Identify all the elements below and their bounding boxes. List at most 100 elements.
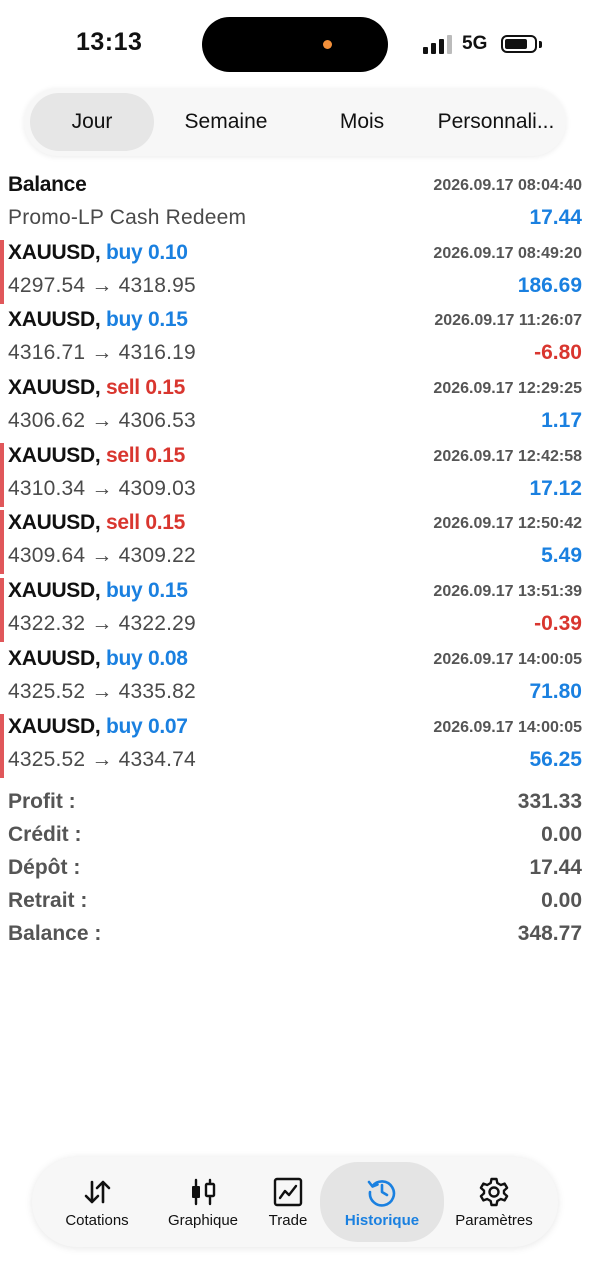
deal-volume: 0.15: [147, 579, 188, 603]
deal-time: 2026.09.17 13:51:39: [433, 583, 582, 601]
deal-detail: 4316.71 → 4316.19: [8, 341, 196, 365]
tab-jour[interactable]: Jour: [30, 93, 154, 151]
summary-row: Balance : 348.77: [0, 919, 590, 952]
arrow-right-icon: →: [85, 273, 119, 297]
summary-row: Dépôt : 17.44: [0, 853, 590, 886]
deal-detail: 4322.32 → 4322.29: [8, 612, 196, 636]
quotes-arrows-icon: [84, 1180, 111, 1203]
deal-time: 2026.09.17 08:04:40: [433, 177, 582, 194]
deal-detail: 4325.52 → 4334.74: [8, 748, 196, 772]
deal-title: Balance: [8, 173, 87, 196]
deal-detail: 4310.34 → 4309.03: [8, 477, 196, 501]
summary-value: 0.00: [541, 823, 582, 846]
deal-profit: 17.12: [529, 476, 582, 500]
open-price: 4316.71: [8, 341, 86, 365]
deal-title: XAUUSD, sell 0.15: [8, 511, 185, 535]
deal-symbol: XAUUSD,: [8, 443, 101, 467]
deal-title: XAUUSD, buy 0.15: [8, 308, 188, 332]
arrow-right-icon: →: [85, 409, 119, 433]
deal-profit: -0.39: [534, 612, 582, 636]
close-price: 4316.19: [118, 341, 196, 365]
deal-volume: 0.10: [147, 240, 188, 264]
summary-row: Retrait : 0.00: [0, 886, 590, 919]
summary-label: Crédit :: [8, 823, 82, 846]
dynamic-island: [202, 17, 388, 72]
period-tabs: Jour Semaine Mois Personnali...: [24, 88, 566, 156]
deal-symbol: XAUUSD,: [8, 511, 101, 535]
arrow-right-icon: →: [85, 544, 119, 568]
nav-label-parametres: Paramètres: [455, 1211, 533, 1229]
deal-row[interactable]: XAUUSD, buy 0.10 2026.09.17 08:49:20 4297.…: [0, 236, 590, 304]
deal-symbol: XAUUSD,: [8, 376, 101, 400]
trade-chart-icon: [273, 1177, 303, 1206]
deal-time: 2026.09.17 12:42:58: [433, 447, 582, 465]
open-price: 4322.32: [8, 612, 86, 636]
summary-section: Profit : 331.33 Crédit : 0.00 Dépôt : 17.44 Re…: [0, 787, 590, 952]
close-price: 4309.22: [118, 544, 196, 568]
close-price: 4322.29: [118, 612, 196, 636]
summary-label: Dépôt :: [8, 856, 81, 879]
deal-title: XAUUSD, buy 0.07: [8, 715, 188, 739]
summary-value: 0.00: [541, 889, 582, 912]
nav-label-cotations: Cotations: [65, 1211, 129, 1229]
battery-tip: [539, 41, 542, 48]
deal-time: 2026.09.17 12:50:42: [433, 515, 582, 533]
deal-side: buy: [105, 308, 143, 332]
deal-row[interactable]: XAUUSD, sell 0.15 2026.09.17 12:50:42 4309…: [0, 506, 590, 575]
deal-row[interactable]: XAUUSD, sell 0.15 2026.09.17 12:42:58 4310…: [0, 439, 590, 507]
summary-value: 348.77: [517, 922, 582, 945]
deal-time: 2026.09.17 11:26:07: [434, 312, 582, 330]
deal-detail: Promo-LP Cash Redeem: [8, 206, 247, 229]
open-price: 4306.62: [8, 409, 86, 433]
deal-volume: 0.07: [147, 714, 188, 738]
close-price: 4335.82: [118, 679, 196, 703]
close-price: 4334.74: [118, 747, 196, 771]
deal-profit: 17.44: [529, 206, 582, 229]
tab-personnalise[interactable]: Personnali...: [430, 93, 562, 151]
deal-profit: 186.69: [517, 273, 582, 297]
deal-side: buy: [105, 240, 143, 264]
deal-row[interactable]: XAUUSD, buy 0.15 2026.09.17 13:51:39 4322.…: [0, 574, 590, 642]
deal-volume: 0.15: [147, 308, 188, 332]
nav-historique[interactable]: Historique: [320, 1162, 444, 1242]
tab-semaine[interactable]: Semaine: [164, 93, 288, 151]
deal-volume: 0.08: [147, 646, 188, 670]
deal-time: 2026.09.17 08:49:20: [433, 244, 582, 262]
deal-side: buy: [105, 579, 143, 603]
deal-row[interactable]: Balance 2026.09.17 08:04:40 Promo-LP Cash …: [0, 168, 590, 236]
history-clock-icon: [367, 1179, 396, 1207]
close-price: 4309.03: [118, 476, 196, 500]
nav-cotations[interactable]: Cotations: [42, 1162, 152, 1242]
deal-row[interactable]: XAUUSD, buy 0.07 2026.09.17 14:00:05 4325.…: [0, 710, 590, 778]
deal-symbol: XAUUSD,: [8, 714, 101, 738]
open-price: 4310.34: [8, 476, 86, 500]
summary-label: Profit :: [8, 790, 76, 813]
status-bar: 13:13 5G: [0, 0, 590, 88]
battery-icon: [501, 35, 537, 53]
deal-time: 2026.09.17 14:00:05: [433, 718, 582, 736]
summary-row: Profit : 331.33: [0, 787, 590, 820]
deal-time: 2026.09.17 12:29:25: [433, 380, 582, 398]
tab-mois[interactable]: Mois: [300, 93, 424, 151]
deal-volume: 0.15: [145, 376, 186, 400]
arrow-right-icon: →: [85, 341, 119, 365]
deal-row[interactable]: XAUUSD, buy 0.08 2026.09.17 14:00:05 4325.…: [0, 642, 590, 710]
nav-label-historique: Historique: [344, 1211, 420, 1229]
open-price: 4325.52: [8, 679, 86, 703]
deal-profit: 5.49: [541, 544, 582, 568]
summary-label: Retrait :: [8, 889, 88, 912]
arrow-right-icon: →: [85, 747, 119, 771]
close-price: 4318.95: [118, 273, 196, 297]
deal-row[interactable]: XAUUSD, buy 0.15 2026.09.17 11:26:07 4316.…: [0, 303, 590, 371]
deal-row[interactable]: XAUUSD, sell 0.15 2026.09.17 12:29:25 4306…: [0, 371, 590, 439]
summary-label: Balance :: [8, 922, 102, 945]
network-type: 5G: [462, 33, 488, 54]
deal-title: XAUUSD, buy 0.15: [8, 579, 188, 603]
deal-side: sell: [105, 443, 140, 467]
nav-parametres[interactable]: Paramètres: [436, 1162, 552, 1242]
deal-volume: 0.15: [145, 443, 186, 467]
cellular-signal-icon: [423, 34, 453, 54]
deal-side: sell: [105, 511, 140, 535]
nav-label-graphique: Graphique: [167, 1211, 239, 1229]
arrow-right-icon: →: [85, 612, 119, 636]
